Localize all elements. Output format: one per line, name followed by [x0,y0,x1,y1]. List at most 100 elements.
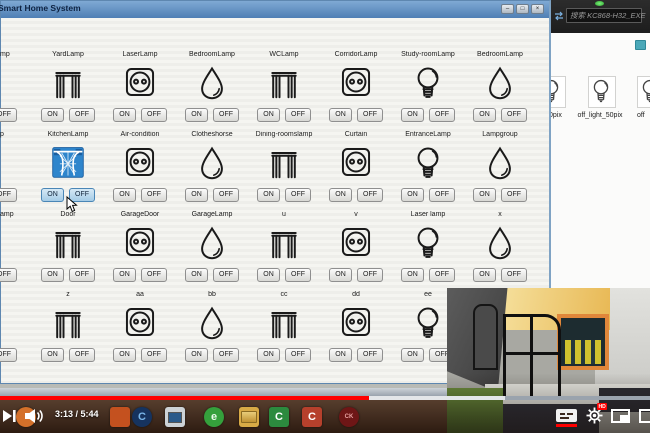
bulb-icon[interactable] [410,222,446,262]
on-button[interactable]: ON [257,188,280,202]
off-button[interactable]: OFF [0,108,17,122]
off-button[interactable]: OFF [141,348,167,362]
socket-icon[interactable] [338,222,374,262]
subtitles-button[interactable] [556,409,577,422]
on-button[interactable]: ON [473,108,496,122]
off-button[interactable]: OFF [141,268,167,282]
on-button[interactable]: ON [473,188,496,202]
on-button[interactable]: ON [257,268,280,282]
socket-icon[interactable] [122,62,158,102]
curtain-icon[interactable] [50,302,86,342]
onoff-button-row: ON OFF [176,268,248,282]
volume-button[interactable] [24,408,44,424]
miniplayer-button[interactable] [611,409,630,423]
next-video-button[interactable] [2,409,17,423]
on-button[interactable]: ON [41,348,64,362]
curtain-icon[interactable] [266,302,302,342]
socket-icon[interactable] [338,142,374,182]
on-button[interactable]: ON [401,348,424,362]
off-button[interactable]: OFF [285,268,311,282]
off-button[interactable]: OFF [285,348,311,362]
socket-icon[interactable] [122,142,158,182]
drop-icon[interactable] [194,302,230,342]
camera-gate-midbar-h [503,352,561,355]
drop-icon[interactable] [194,142,230,182]
curtain-icon[interactable] [266,142,302,182]
curtain-selected-icon[interactable] [50,142,86,182]
off-button[interactable]: OFF [141,188,167,202]
off-button[interactable]: OFF [429,188,455,202]
off-button[interactable]: OFF [429,108,455,122]
on-button[interactable]: ON [41,188,64,202]
device-label: cc [248,291,320,298]
off-button[interactable]: OFF [69,108,95,122]
off-button[interactable]: OFF [213,268,239,282]
on-button[interactable]: ON [473,268,496,282]
on-button[interactable]: ON [257,348,280,362]
on-button[interactable]: ON [41,268,64,282]
off-button[interactable]: OFF [0,188,17,202]
cc-line [560,413,565,415]
on-button[interactable]: ON [185,188,208,202]
off-button[interactable]: OFF [357,108,383,122]
socket-icon[interactable] [122,302,158,342]
curtain-icon[interactable] [266,222,302,262]
on-button[interactable]: ON [401,268,424,282]
theater-mode-button[interactable] [639,409,650,423]
curtain-icon[interactable] [50,222,86,262]
off-button[interactable]: OFF [357,268,383,282]
bulb-icon[interactable] [410,62,446,102]
drop-icon[interactable] [482,142,518,182]
drop-icon[interactable] [482,222,518,262]
video-progress-bar[interactable] [0,396,650,400]
off-button[interactable]: OFF [0,268,17,282]
file-icon-bulb[interactable] [637,76,650,108]
off-button[interactable]: OFF [69,268,95,282]
drop-icon[interactable] [482,62,518,102]
curtain-icon[interactable] [50,62,86,102]
off-button[interactable]: OFF [501,108,527,122]
on-button[interactable]: ON [329,348,352,362]
drop-icon[interactable] [194,222,230,262]
bulb-icon[interactable] [410,302,446,342]
off-button[interactable]: OFF [213,348,239,362]
off-button[interactable]: OFF [429,268,455,282]
off-button[interactable]: OFF [501,268,527,282]
off-button[interactable]: OFF [213,108,239,122]
off-button[interactable]: OFF [213,188,239,202]
on-button[interactable]: ON [185,268,208,282]
on-button[interactable]: ON [329,188,352,202]
onoff-button-row: ON OFF [104,348,176,362]
on-button[interactable]: ON [401,188,424,202]
on-button[interactable]: ON [113,108,136,122]
off-button[interactable]: OFF [285,188,311,202]
off-button[interactable]: OFF [501,188,527,202]
on-button[interactable]: ON [113,268,136,282]
refresh-icon[interactable] [554,10,564,22]
on-button[interactable]: ON [41,108,64,122]
socket-icon[interactable] [338,302,374,342]
file-icon-bulb[interactable] [551,76,566,108]
off-button[interactable]: OFF [0,348,17,362]
curtain-icon[interactable] [266,62,302,102]
on-button[interactable]: ON [329,268,352,282]
on-button[interactable]: ON [257,108,280,122]
on-button[interactable]: ON [113,188,136,202]
off-button[interactable]: OFF [141,108,167,122]
socket-icon[interactable] [338,62,374,102]
bulb-icon[interactable] [410,142,446,182]
on-button[interactable]: ON [329,108,352,122]
on-button[interactable]: ON [113,348,136,362]
off-button[interactable]: OFF [285,108,311,122]
file-icon-bulb[interactable] [588,76,616,108]
on-button[interactable]: ON [185,108,208,122]
on-button[interactable]: ON [185,348,208,362]
off-button[interactable]: OFF [69,348,95,362]
drop-icon[interactable] [194,62,230,102]
off-button[interactable]: OFF [357,348,383,362]
explorer-pane-icon[interactable] [635,40,646,50]
search-input[interactable]: 搜索 KC868-H32_EXE [566,8,642,23]
socket-icon[interactable] [122,222,158,262]
on-button[interactable]: ON [401,108,424,122]
off-button[interactable]: OFF [357,188,383,202]
